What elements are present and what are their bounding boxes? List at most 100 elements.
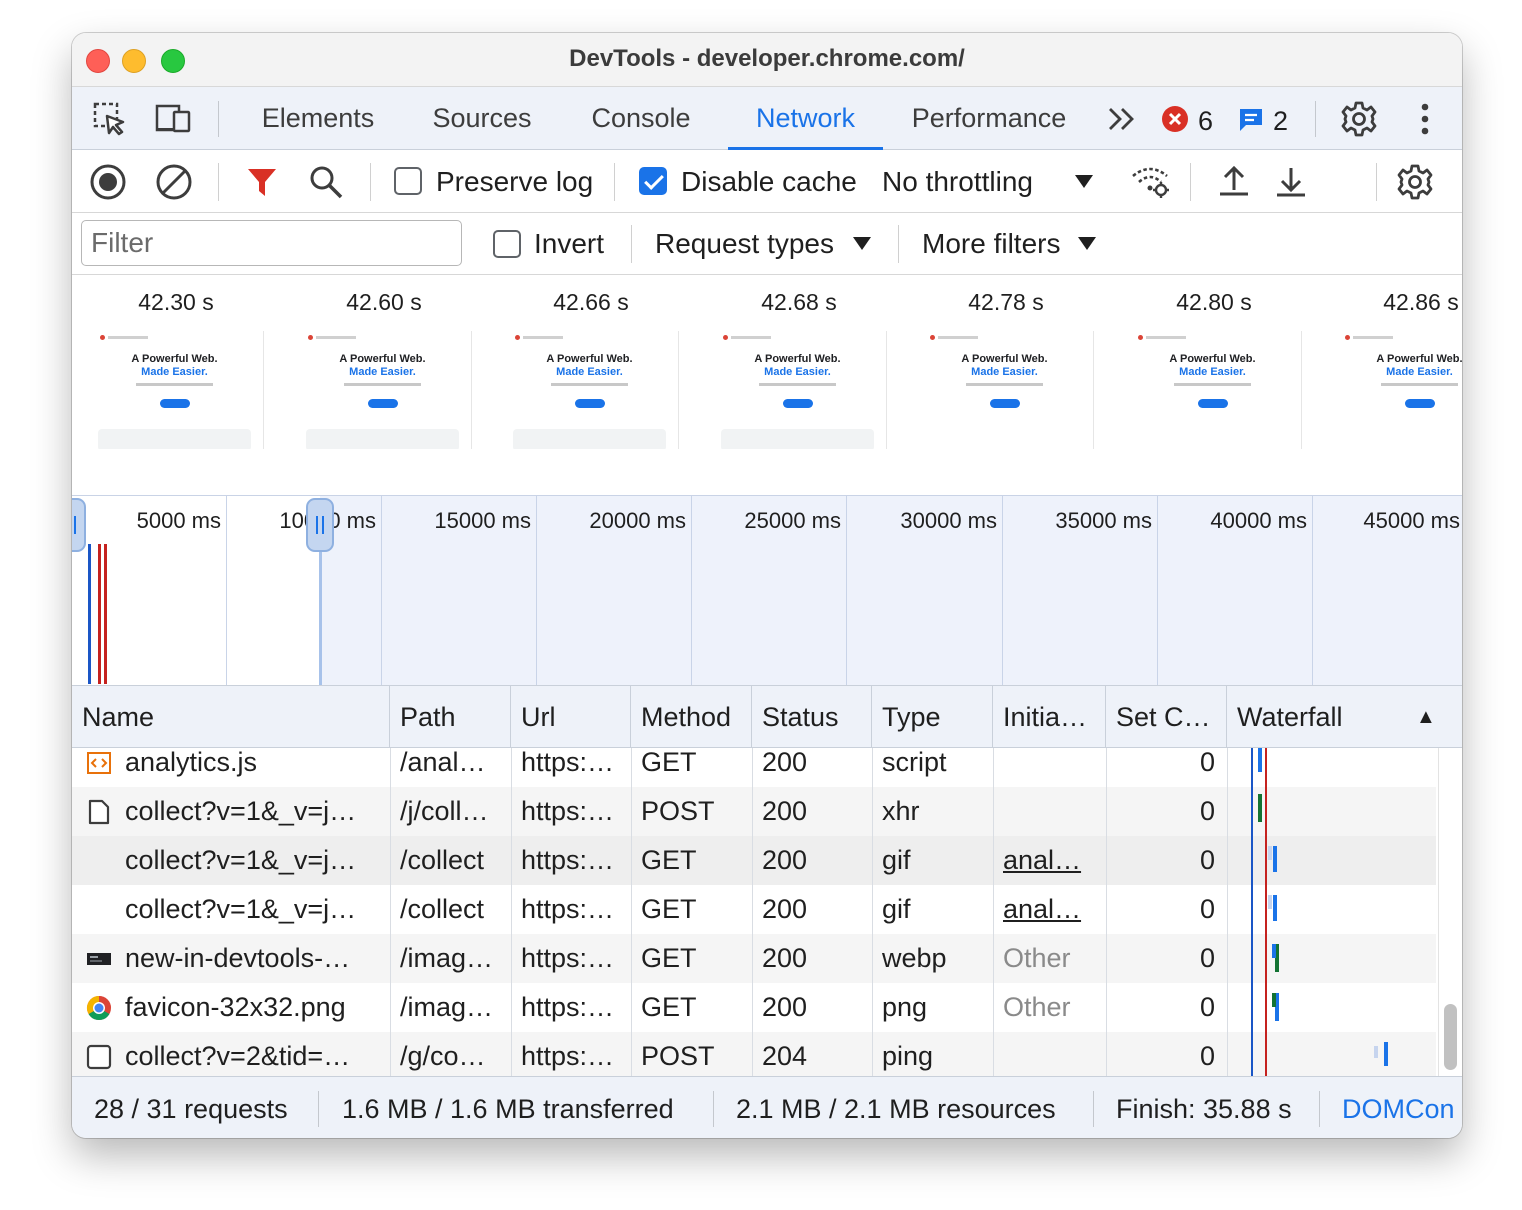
screenshot-frame[interactable]: 42.68 s A Powerful Web. Made Easier. (695, 275, 903, 455)
cell-path: /collect (400, 894, 485, 924)
screenshot-thumbnail: A Powerful Web. Made Easier. (86, 331, 264, 449)
search-icon[interactable] (306, 162, 346, 202)
cell-url: https:… (521, 894, 615, 924)
table-row[interactable]: collect?v=2&tid=… /g/co… https:… POST 204 pin… (72, 1032, 1436, 1076)
settings-gear-icon[interactable] (1339, 99, 1379, 139)
thumbnail-headline-accent: Made Easier. (764, 366, 831, 378)
tab-network[interactable]: Network (728, 87, 883, 150)
table-row[interactable]: new-in-devtools-… /imag… https:… GET 200 webp… (72, 934, 1436, 983)
thumbnail-headline-accent: Made Easier. (1386, 366, 1453, 378)
clear-icon[interactable] (154, 162, 194, 202)
cell-name[interactable]: collect?v=2&tid=… (72, 1032, 390, 1076)
thumbnail-cta-button (159, 399, 190, 408)
filter-input[interactable] (81, 220, 462, 266)
screenshot-frame[interactable]: 42.60 s A Powerful Web. Made Easier. (280, 275, 488, 455)
column-header-status[interactable]: Status (752, 686, 872, 749)
column-header-initiator[interactable]: Initia… (993, 686, 1106, 749)
status-separator (1093, 1091, 1094, 1127)
message-icon[interactable] (1234, 99, 1268, 139)
invert-checkbox[interactable] (493, 230, 521, 258)
message-count[interactable]: 2 (1273, 87, 1288, 150)
column-header-name[interactable]: Name (72, 686, 390, 749)
request-types-dropdown[interactable]: Request types (655, 213, 834, 275)
screenshot-thumbnail: A Powerful Web. Made Easier. (501, 331, 679, 449)
thumbnail-browser-bar (298, 335, 471, 341)
table-row[interactable]: collect?v=1&_v=j… /j/coll… https:… POST 200 x… (72, 787, 1436, 836)
disable-cache-label[interactable]: Disable cache (681, 150, 857, 213)
tab-performance[interactable]: Performance (899, 87, 1079, 150)
column-header-path[interactable]: Path (390, 686, 511, 749)
cell-method: POST (641, 1041, 715, 1071)
requests-table-scrollbar-thumb[interactable] (1444, 1004, 1457, 1070)
throttling-select[interactable]: No throttling (882, 150, 1033, 213)
record-icon[interactable] (88, 162, 128, 202)
waterfall-bar (1268, 846, 1272, 860)
cell-status: 200 (762, 992, 808, 1022)
preserve-log-checkbox[interactable] (394, 167, 422, 195)
more-options-kebab-icon[interactable] (1405, 99, 1445, 139)
overview-tick-label: 5000 ms (136, 508, 221, 533)
screenshot-frame[interactable]: 42.86 s A Powerful Web. Made Easier. (1317, 275, 1462, 455)
overview-gridline (226, 496, 227, 686)
error-count[interactable]: 6 (1198, 87, 1213, 150)
export-har-download-icon[interactable] (1271, 162, 1311, 202)
table-row[interactable]: collect?v=1&_v=j… /collect https:… GET 200 gi… (72, 885, 1436, 934)
overview-gridline (1157, 496, 1158, 686)
cell-name[interactable]: new-in-devtools-… (72, 934, 390, 983)
cell-name[interactable]: collect?v=1&_v=j… (72, 885, 390, 934)
device-toolbar-icon[interactable] (154, 99, 194, 139)
more-tabs-chevron-icon[interactable] (1102, 99, 1142, 139)
cell-initiator[interactable]: anal… (993, 836, 1106, 885)
cell-name[interactable]: favicon-32x32.png (72, 983, 390, 1032)
cell-name[interactable]: collect?v=1&_v=j… (72, 787, 390, 836)
tab-elements[interactable]: Elements (248, 87, 388, 150)
network-settings-gear-icon[interactable] (1394, 162, 1436, 202)
thumbnail-headline: A Powerful Web. (546, 353, 633, 365)
disable-cache-checkbox[interactable] (639, 167, 667, 195)
screenshot-frame[interactable]: 42.78 s A Powerful Web. Made Easier. (902, 275, 1110, 455)
screenshot-frame[interactable]: 42.66 s A Powerful Web. Made Easier. (487, 275, 695, 455)
cell-name[interactable]: analytics.js (72, 748, 390, 787)
more-filters-caret-icon[interactable] (1078, 237, 1096, 250)
tab-separator (1315, 101, 1316, 137)
thumbnail-headline: A Powerful Web. (339, 353, 426, 365)
thumbnail-subtext (1173, 383, 1252, 386)
requests-table-scrollbar[interactable] (1438, 748, 1462, 1076)
screenshot-frame[interactable]: 42.80 s A Powerful Web. Made Easier. (1110, 275, 1318, 455)
column-header-set-cookies[interactable]: Set C… (1106, 686, 1227, 749)
table-row[interactable]: analytics.js/anal… https:… GET 200 script 0 (72, 748, 1436, 787)
screenshot-time: 42.78 s (968, 289, 1044, 315)
sort-ascending-icon[interactable]: ▲ (1416, 686, 1436, 749)
request-types-caret-icon[interactable] (853, 237, 871, 250)
column-divider (511, 748, 512, 1076)
cell-initiator[interactable]: anal… (993, 885, 1106, 934)
chrome-favicon-icon (86, 995, 112, 1021)
cell-path: /g/co… (400, 1041, 486, 1071)
document-icon (86, 799, 112, 825)
screenshot-frame[interactable]: 42.30 s A Powerful Web. Made Easier. (72, 275, 280, 455)
more-filters-dropdown[interactable]: More filters (922, 213, 1060, 275)
cell-status: 200 (762, 894, 808, 924)
cell-name[interactable]: collect?v=1&_v=j… (72, 836, 390, 885)
tab-sources[interactable]: Sources (416, 87, 548, 150)
invert-label[interactable]: Invert (534, 213, 604, 275)
overview-left-handle[interactable] (72, 498, 86, 552)
filter-funnel-icon[interactable] (242, 162, 282, 202)
throttling-dropdown-icon[interactable] (1075, 175, 1093, 188)
import-har-upload-icon[interactable] (1214, 162, 1254, 202)
table-row[interactable]: favicon-32x32.png/imag… https:… GET 200 png O… (72, 983, 1436, 1032)
column-header-url[interactable]: Url (511, 686, 631, 749)
error-icon[interactable] (1158, 99, 1192, 139)
status-separator (713, 1091, 714, 1127)
waterfall-domcontentloaded-line (1251, 748, 1253, 1076)
overview-right-handle[interactable] (306, 498, 334, 552)
column-header-type[interactable]: Type (872, 686, 993, 749)
column-header-method[interactable]: Method (631, 686, 752, 749)
overview-timeline[interactable]: 5000 ms10000 ms15000 ms20000 ms25000 ms3… (72, 495, 1462, 686)
network-conditions-wifi-icon[interactable] (1128, 162, 1174, 202)
tab-console[interactable]: Console (577, 87, 705, 150)
inspect-element-icon[interactable] (90, 99, 130, 139)
preserve-log-label[interactable]: Preserve log (436, 150, 593, 213)
requests-count: 28 / 31 requests (94, 1094, 288, 1124)
table-row[interactable]: collect?v=1&_v=j… /collect https:… GET 200 gi… (72, 836, 1436, 885)
